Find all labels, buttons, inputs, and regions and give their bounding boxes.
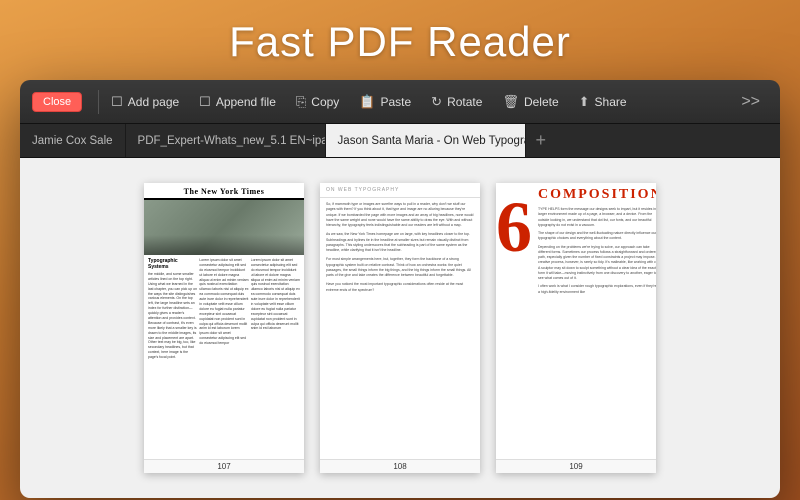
more-button[interactable]: >> bbox=[733, 89, 768, 115]
add-page-button[interactable]: ☐ Add page bbox=[101, 90, 189, 114]
comp-chapter-num-area: 6 bbox=[496, 183, 532, 463]
nyt-col-3: Lorem ipsum dolor sit amet consectetur a… bbox=[251, 258, 300, 422]
typo-header-108: ON WEB TYPOGRAPHY bbox=[320, 183, 480, 198]
rotate-icon: ↻ bbox=[431, 94, 442, 110]
pdf-content-area: The New York Times Typographic Systems t… bbox=[20, 158, 780, 498]
nyt-col-1: Typographic Systems the middle, and some… bbox=[148, 258, 197, 422]
add-tab-button[interactable]: + bbox=[526, 124, 557, 157]
page-number-107: 107 bbox=[144, 459, 304, 473]
page-number-108: 108 bbox=[320, 459, 480, 473]
paste-icon: 📋 bbox=[359, 94, 375, 110]
add-page-icon: ☐ bbox=[111, 94, 123, 110]
composition-body: TYPE HELPS form the message our designs … bbox=[538, 207, 656, 298]
main-window: Close ☐ Add page ☐ Append file ⎘ Copy 📋 … bbox=[20, 80, 780, 498]
tab-jason-santa-maria[interactable]: Jason Santa Maria - On Web Typogra... ✕ bbox=[326, 124, 526, 157]
comp-content: COMPOSITION TYPE HELPS form the message … bbox=[532, 183, 656, 463]
nyt-image bbox=[144, 200, 304, 255]
delete-icon: 🗑 bbox=[502, 94, 519, 110]
pdf-page-108: ON WEB TYPOGRAPHY So, if mammoth type or… bbox=[320, 183, 480, 473]
nyt-columns: Typographic Systems the middle, and some… bbox=[144, 255, 304, 425]
share-button[interactable]: ⬆ Share bbox=[569, 90, 637, 114]
chapter-number: 6 bbox=[496, 191, 532, 263]
toolbar: Close ☐ Add page ☐ Append file ⎘ Copy 📋 … bbox=[20, 80, 780, 124]
rotate-button[interactable]: ↻ Rotate bbox=[421, 90, 492, 114]
pdf-page-107: The New York Times Typographic Systems t… bbox=[144, 183, 304, 473]
append-file-button[interactable]: ☐ Append file bbox=[189, 90, 286, 114]
share-icon: ⬆ bbox=[579, 94, 590, 110]
toolbar-separator-1 bbox=[98, 90, 99, 114]
paste-button[interactable]: 📋 Paste bbox=[349, 90, 421, 114]
pdf-page-109: 6 COMPOSITION TYPE HELPS form the messag… bbox=[496, 183, 656, 473]
nyt-header: The New York Times bbox=[144, 183, 304, 200]
composition-title: COMPOSITION bbox=[538, 187, 656, 203]
tab-bar: Jamie Cox Sale PDF_Expert-Whats_new_5.1 … bbox=[20, 124, 780, 158]
copy-icon: ⎘ bbox=[296, 94, 306, 110]
delete-button[interactable]: 🗑 Delete bbox=[492, 90, 568, 114]
page-number-109: 109 bbox=[496, 459, 656, 473]
tab-pdf-expert[interactable]: PDF_Expert-Whats_new_5.1 EN~ipad ✕ bbox=[126, 124, 326, 157]
append-file-icon: ☐ bbox=[199, 94, 211, 110]
nyt-image-overlay bbox=[144, 235, 304, 255]
composition-page: 6 COMPOSITION TYPE HELPS form the messag… bbox=[496, 183, 656, 463]
tab-jamie-cox[interactable]: Jamie Cox Sale bbox=[20, 124, 126, 157]
nyt-title: The New York Times bbox=[150, 187, 298, 196]
app-title: Fast PDF Reader bbox=[0, 0, 800, 80]
copy-button[interactable]: ⎘ Copy bbox=[286, 90, 349, 114]
typo-body-108: So, if mammoth type or images are surefi… bbox=[320, 198, 480, 438]
close-button[interactable]: Close bbox=[32, 92, 82, 112]
nyt-col-2: Lorem ipsum dolor sit amet consectetur a… bbox=[199, 258, 248, 422]
